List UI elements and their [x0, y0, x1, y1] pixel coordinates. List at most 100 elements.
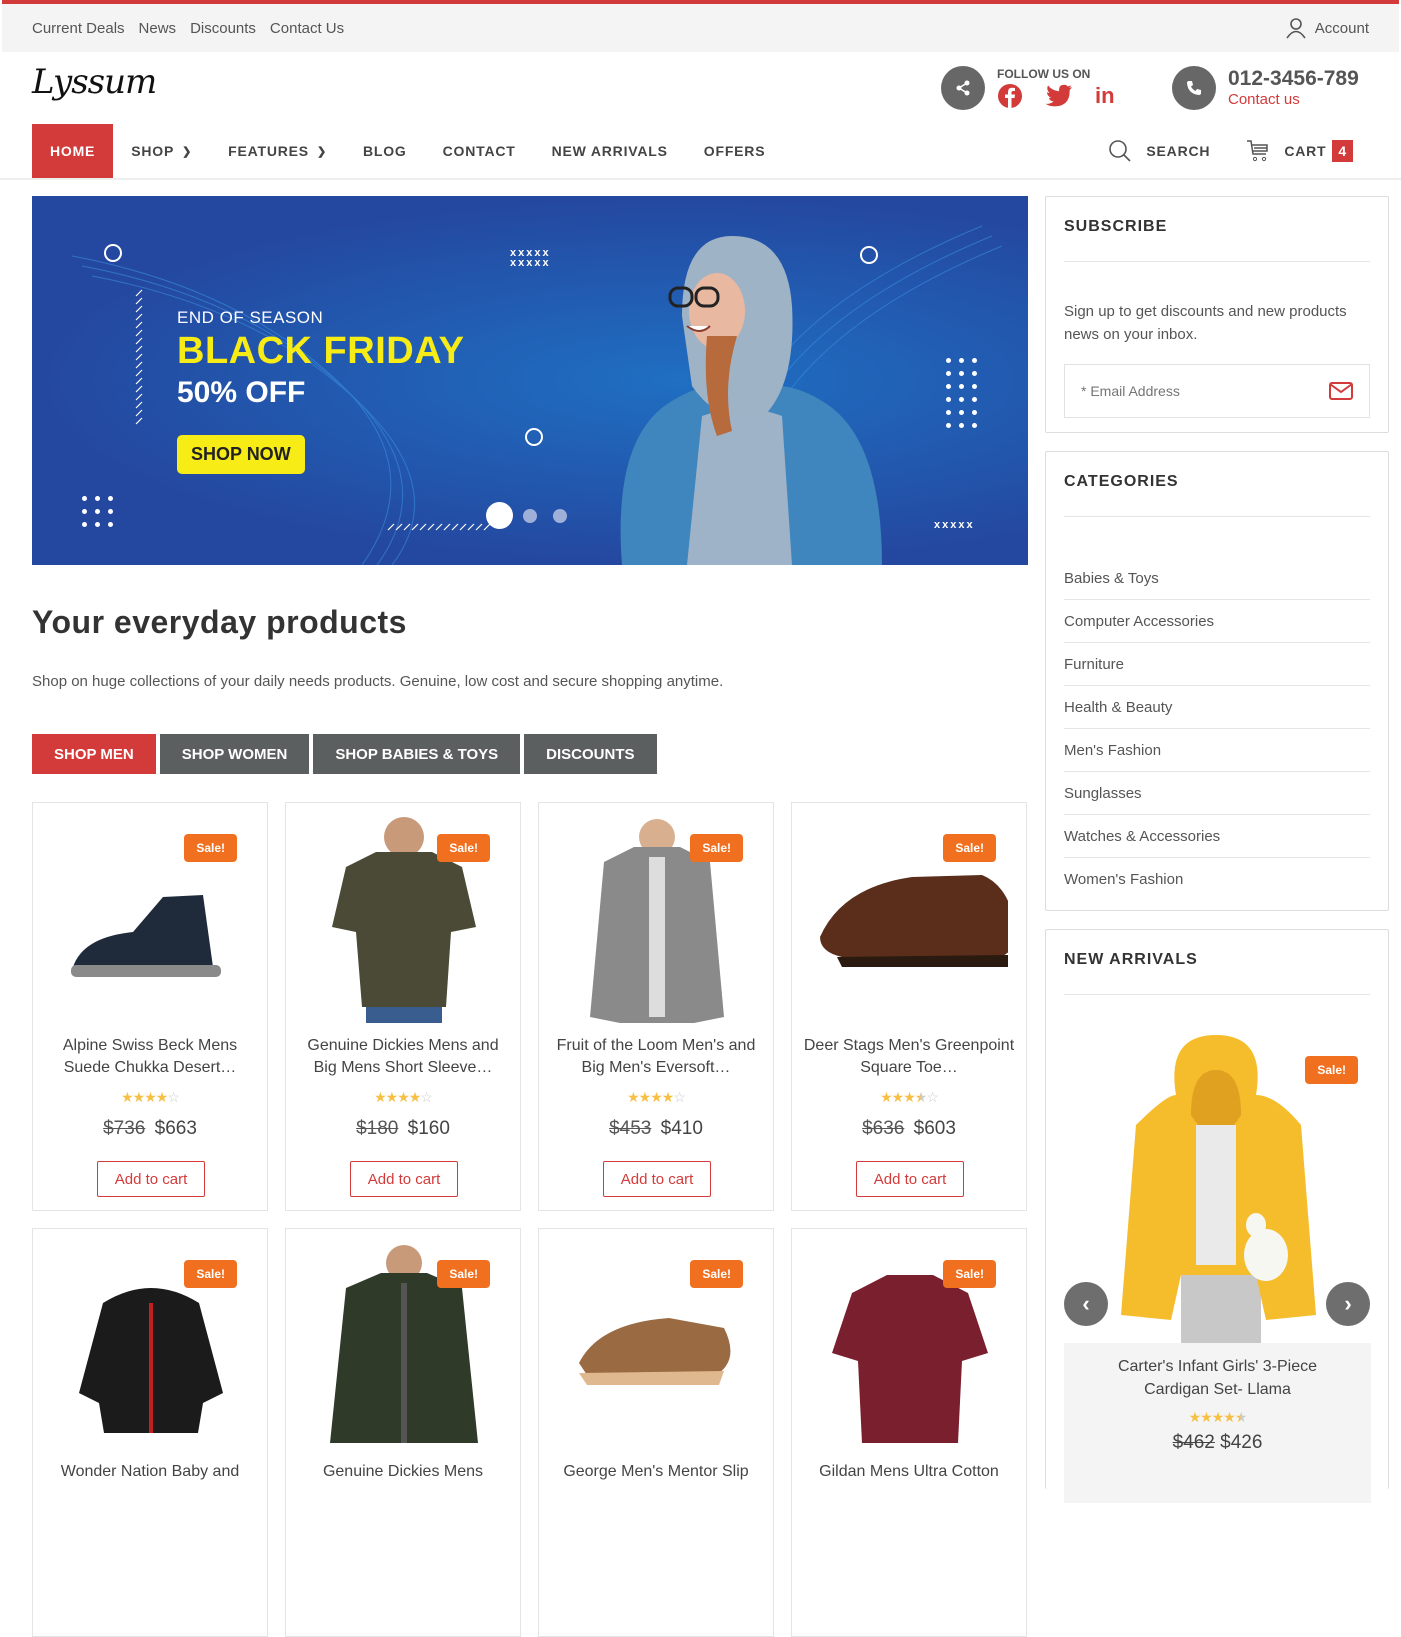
new-arrival-info: Carter's Infant Girls' 3-Piece Cardigan … — [1064, 1343, 1371, 1503]
nav-new-arrivals[interactable]: NEW ARRIVALS — [534, 124, 686, 178]
star-full-icon: ★ — [374, 1089, 387, 1105]
account-link[interactable]: Account — [1285, 17, 1369, 39]
carousel-prev-button[interactable]: ‹ — [1064, 1282, 1108, 1326]
nav-home-label: HOME — [50, 143, 96, 159]
product-name[interactable]: Alpine Swiss Beck Mens Suede Chukka Dese… — [43, 1035, 257, 1079]
subscribe-widget: SUBSCRIBE Sign up to get discounts and n… — [1045, 196, 1389, 433]
category-item[interactable]: Health & Beauty — [1064, 686, 1370, 729]
new-arrival-name[interactable]: Carter's Infant Girls' 3-Piece Cardigan … — [1064, 1355, 1371, 1401]
slide-dot-2[interactable] — [523, 509, 537, 523]
sale-badge: Sale! — [184, 834, 237, 862]
decor-dots — [82, 496, 113, 527]
category-item[interactable]: Furniture — [1064, 643, 1370, 686]
category-item[interactable]: Babies & Toys — [1064, 557, 1370, 600]
category-item[interactable]: Sunglasses — [1064, 772, 1370, 815]
shop-now-button[interactable]: SHOP NOW — [177, 435, 305, 474]
sale-badge: Sale! — [943, 834, 996, 862]
account-label: Account — [1314, 19, 1369, 37]
tab-shop-babies-toys[interactable]: SHOP BABIES & TOYS — [313, 734, 521, 774]
section-subtitle: Shop on huge collections of your daily n… — [32, 673, 724, 690]
banner-eyebrow: END OF SEASON — [177, 308, 324, 327]
sale-price: $426 — [1220, 1432, 1263, 1453]
nav-blog[interactable]: BLOG — [345, 124, 425, 178]
cart-button[interactable]: CART 4 — [1246, 139, 1353, 163]
product-price: $636 $603 — [792, 1118, 1026, 1140]
divider — [1064, 994, 1370, 995]
decor-crosses: xxxxx — [934, 519, 975, 531]
slide-dot-1[interactable] — [486, 502, 513, 529]
nav-features[interactable]: FEATURES ❯ — [210, 124, 345, 178]
top-links: Current Deals News Discounts Contact Us — [32, 20, 344, 37]
old-price: $736 — [103, 1118, 146, 1139]
category-list: Babies & Toys Computer Accessories Furnitu… — [1064, 557, 1370, 901]
new-arrival-image — [1121, 1035, 1316, 1345]
product-name[interactable]: Gildan Mens Ultra Cotton — [802, 1461, 1016, 1483]
product-card: Sale! Wonder Nation Baby and — [32, 1228, 268, 1637]
star-half-icon: ★ — [1234, 1409, 1248, 1425]
star-full-icon: ★ — [397, 1089, 410, 1105]
linkedin-icon[interactable]: in — [1095, 83, 1115, 109]
product-price: $453 $410 — [539, 1118, 773, 1140]
star-full-icon: ★ — [903, 1089, 916, 1105]
product-name[interactable]: Genuine Dickies Mens — [296, 1461, 510, 1483]
star-full-icon: ★ — [1200, 1409, 1213, 1425]
add-to-cart-button[interactable]: Add to cart — [856, 1161, 964, 1197]
decor-ring — [104, 244, 122, 262]
top-link-contact-us[interactable]: Contact Us — [270, 20, 344, 37]
star-empty-icon: ☆ — [167, 1089, 180, 1105]
product-name[interactable]: Deer Stags Men's Greenpoint Square Toe… — [802, 1035, 1016, 1079]
product-name[interactable]: Wonder Nation Baby and — [43, 1461, 257, 1483]
star-full-icon: ★ — [155, 1089, 169, 1105]
product-rating: ★★★★☆ — [792, 1089, 1026, 1106]
slide-dot-3[interactable] — [553, 509, 567, 523]
product-price: $736 $663 — [33, 1118, 267, 1140]
star-full-icon: ★ — [1223, 1409, 1236, 1425]
category-item[interactable]: Watches & Accessories — [1064, 815, 1370, 858]
facebook-icon[interactable] — [997, 83, 1023, 109]
new-arrival-rating: ★★★★★ — [1064, 1409, 1371, 1426]
sale-badge: Sale! — [690, 834, 743, 862]
email-input[interactable] — [1081, 383, 1301, 399]
nav-home[interactable]: HOME — [32, 124, 114, 178]
tab-discounts[interactable]: DISCOUNTS — [524, 734, 657, 774]
categories-widget: CATEGORIES Babies & Toys Computer Accesso… — [1045, 451, 1389, 911]
subscribe-title: SUBSCRIBE — [1064, 218, 1168, 235]
top-link-current-deals[interactable]: Current Deals — [32, 20, 125, 37]
mail-icon[interactable] — [1329, 382, 1353, 400]
star-full-icon: ★ — [627, 1089, 640, 1105]
tab-shop-women[interactable]: SHOP WOMEN — [159, 734, 310, 774]
nav-new-arrivals-label: NEW ARRIVALS — [551, 143, 668, 159]
category-item[interactable]: Women's Fashion — [1064, 858, 1370, 901]
add-to-cart-button[interactable]: Add to cart — [97, 1161, 205, 1197]
header: Lyssum FOLLOW US ON in 012-3456-789 Cont… — [0, 52, 1401, 124]
old-price: $636 — [862, 1118, 905, 1139]
tab-shop-men[interactable]: SHOP MEN — [32, 734, 156, 774]
sale-price: $603 — [913, 1118, 956, 1139]
hero-banner: xxxxx xxxxx xxxxx END OF SEASON BLACK FRI… — [32, 196, 1028, 565]
decor-ring — [525, 428, 543, 446]
product-card: Sale! Deer Stags Men's Greenpoint Square… — [791, 802, 1027, 1211]
twitter-icon[interactable] — [1045, 84, 1073, 108]
nav-contact[interactable]: CONTACT — [425, 124, 534, 178]
product-name[interactable]: Fruit of the Loom Men's and Big Men's Ev… — [549, 1035, 763, 1079]
category-item[interactable]: Men's Fashion — [1064, 729, 1370, 772]
sale-badge: Sale! — [690, 1260, 743, 1288]
product-name[interactable]: George Men's Mentor Slip — [549, 1461, 763, 1483]
star-full-icon: ★ — [1211, 1409, 1225, 1425]
product-rating: ★★★★☆ — [539, 1089, 773, 1106]
add-to-cart-button[interactable]: Add to cart — [603, 1161, 711, 1197]
product-rating: ★★★★☆ — [33, 1089, 267, 1106]
top-link-news[interactable]: News — [139, 20, 177, 37]
top-link-discounts[interactable]: Discounts — [190, 20, 256, 37]
add-to-cart-button[interactable]: Add to cart — [350, 1161, 458, 1197]
product-name[interactable]: Genuine Dickies Mens and Big Mens Short … — [296, 1035, 510, 1079]
category-item[interactable]: Computer Accessories — [1064, 600, 1370, 643]
sale-price: $663 — [154, 1118, 197, 1139]
contact-us-link[interactable]: Contact us — [1228, 91, 1300, 108]
star-empty-icon: ☆ — [420, 1089, 433, 1105]
search-button[interactable]: SEARCH — [1108, 139, 1210, 163]
logo[interactable]: Lyssum — [32, 62, 157, 102]
carousel-next-button[interactable]: › — [1326, 1282, 1370, 1326]
nav-shop[interactable]: SHOP ❯ — [113, 124, 210, 178]
nav-offers[interactable]: OFFERS — [686, 124, 784, 178]
